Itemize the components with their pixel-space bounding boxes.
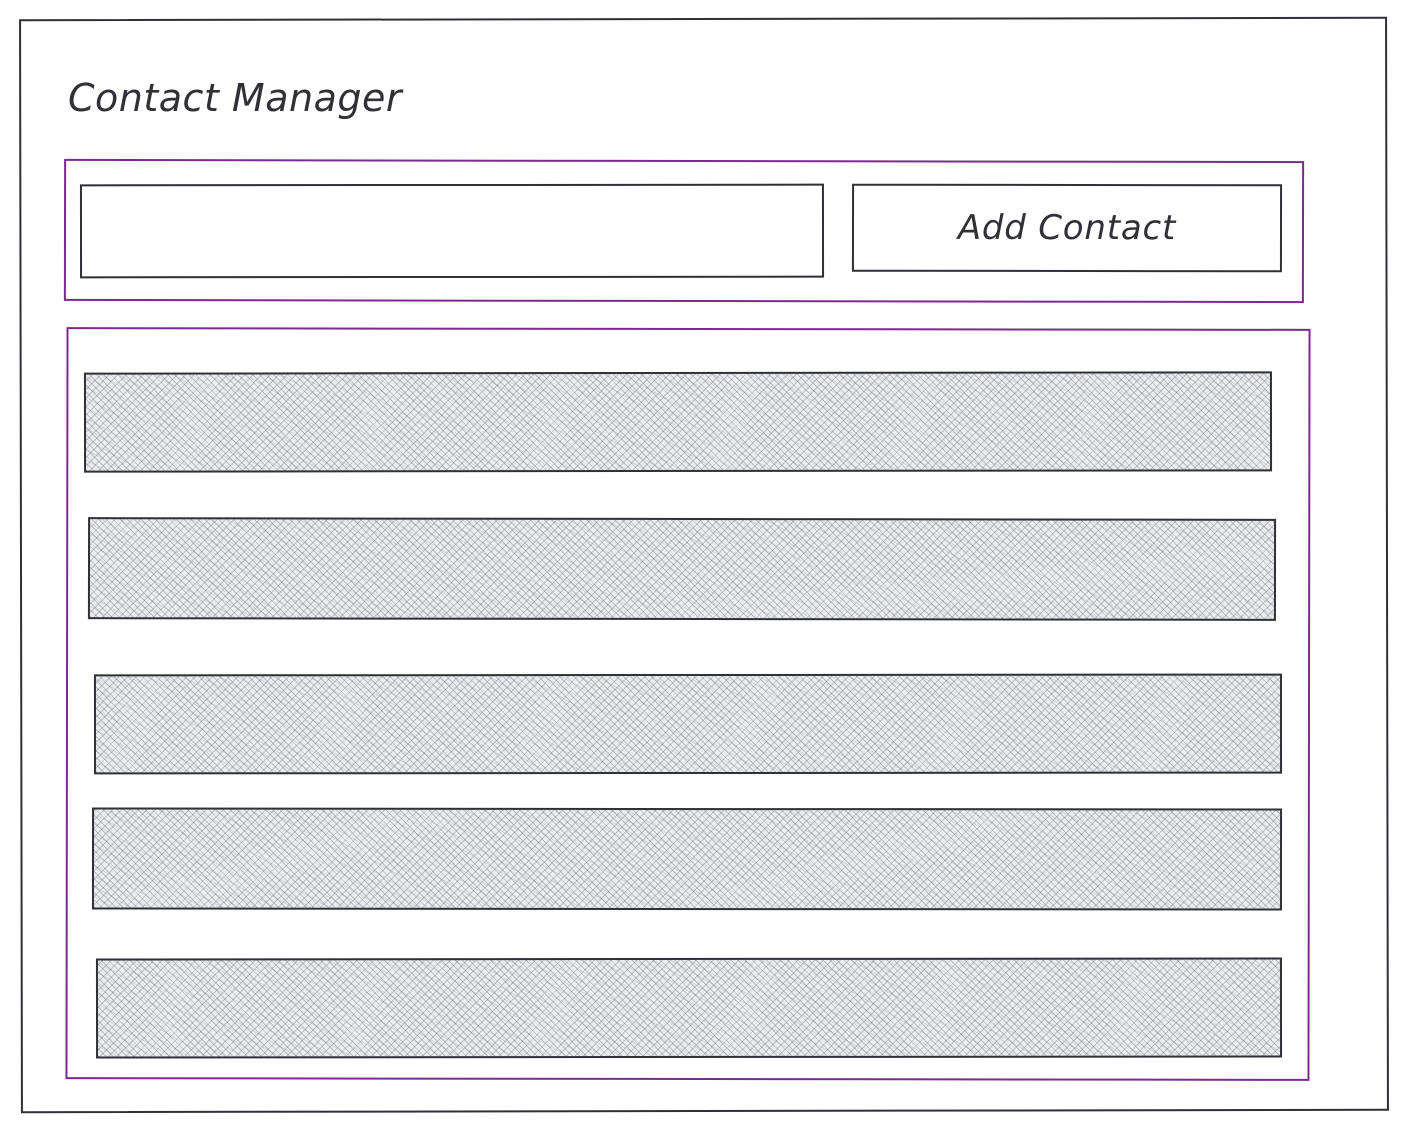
contact-row[interactable] (83, 371, 1273, 473)
add-contact-button[interactable]: Add Contact (851, 183, 1283, 273)
contact-input[interactable] (79, 183, 825, 279)
contact-row[interactable] (93, 673, 1283, 775)
contact-row[interactable] (87, 517, 1277, 621)
contact-row[interactable] (91, 807, 1283, 911)
contact-row[interactable] (95, 957, 1283, 1059)
page-title: Contact Manager (68, 76, 402, 120)
